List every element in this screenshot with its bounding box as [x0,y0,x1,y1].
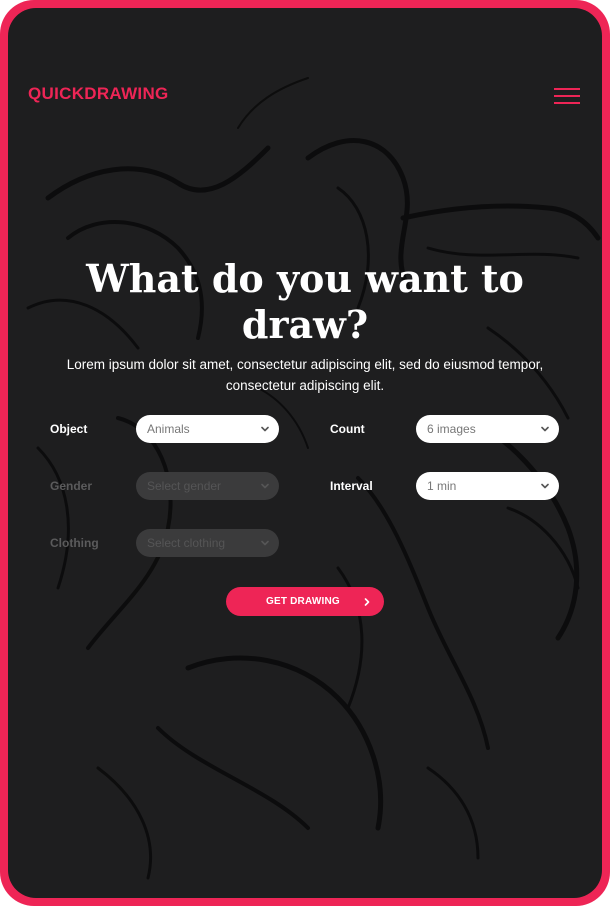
device-frame: QUICKDRAWING What do you want to draw? L… [0,0,610,906]
chevron-down-icon [261,483,269,489]
chevron-down-icon [261,426,269,432]
chevron-right-icon [364,598,370,606]
object-select[interactable]: Animals [136,415,279,443]
hamburger-menu-icon[interactable] [554,88,580,106]
sketch-background-image [26,77,601,880]
app-logo[interactable]: QUICKDRAWING [28,84,169,104]
menu-line [554,102,580,104]
clothing-label: Clothing [50,536,99,550]
count-label: Count [330,422,365,436]
interval-select-value: 1 min [427,479,457,493]
gender-label: Gender [50,479,93,493]
clothing-select[interactable]: Select clothing [136,529,279,557]
gender-select-placeholder: Select gender [147,479,222,493]
app-screen: QUICKDRAWING What do you want to draw? L… [8,8,602,898]
get-drawing-button-label: GET DRAWING [266,596,340,607]
count-select[interactable]: 6 images [416,415,559,443]
object-select-value: Animals [147,422,190,436]
chevron-down-icon [261,540,269,546]
interval-label: Interval [330,479,373,493]
chevron-down-icon [541,483,549,489]
clothing-select-placeholder: Select clothing [147,536,226,550]
gender-select[interactable]: Select gender [136,472,279,500]
page-title: What do you want to draw? [86,256,524,347]
interval-select[interactable]: 1 min [416,472,559,500]
chevron-down-icon [541,426,549,432]
menu-line [554,88,580,90]
page-subtitle: Lorem ipsum dolor sit amet, consectetur … [66,357,544,393]
count-select-value: 6 images [427,422,476,436]
menu-line [554,95,580,97]
object-label: Object [50,422,88,436]
get-drawing-button[interactable]: GET DRAWING [226,587,384,616]
